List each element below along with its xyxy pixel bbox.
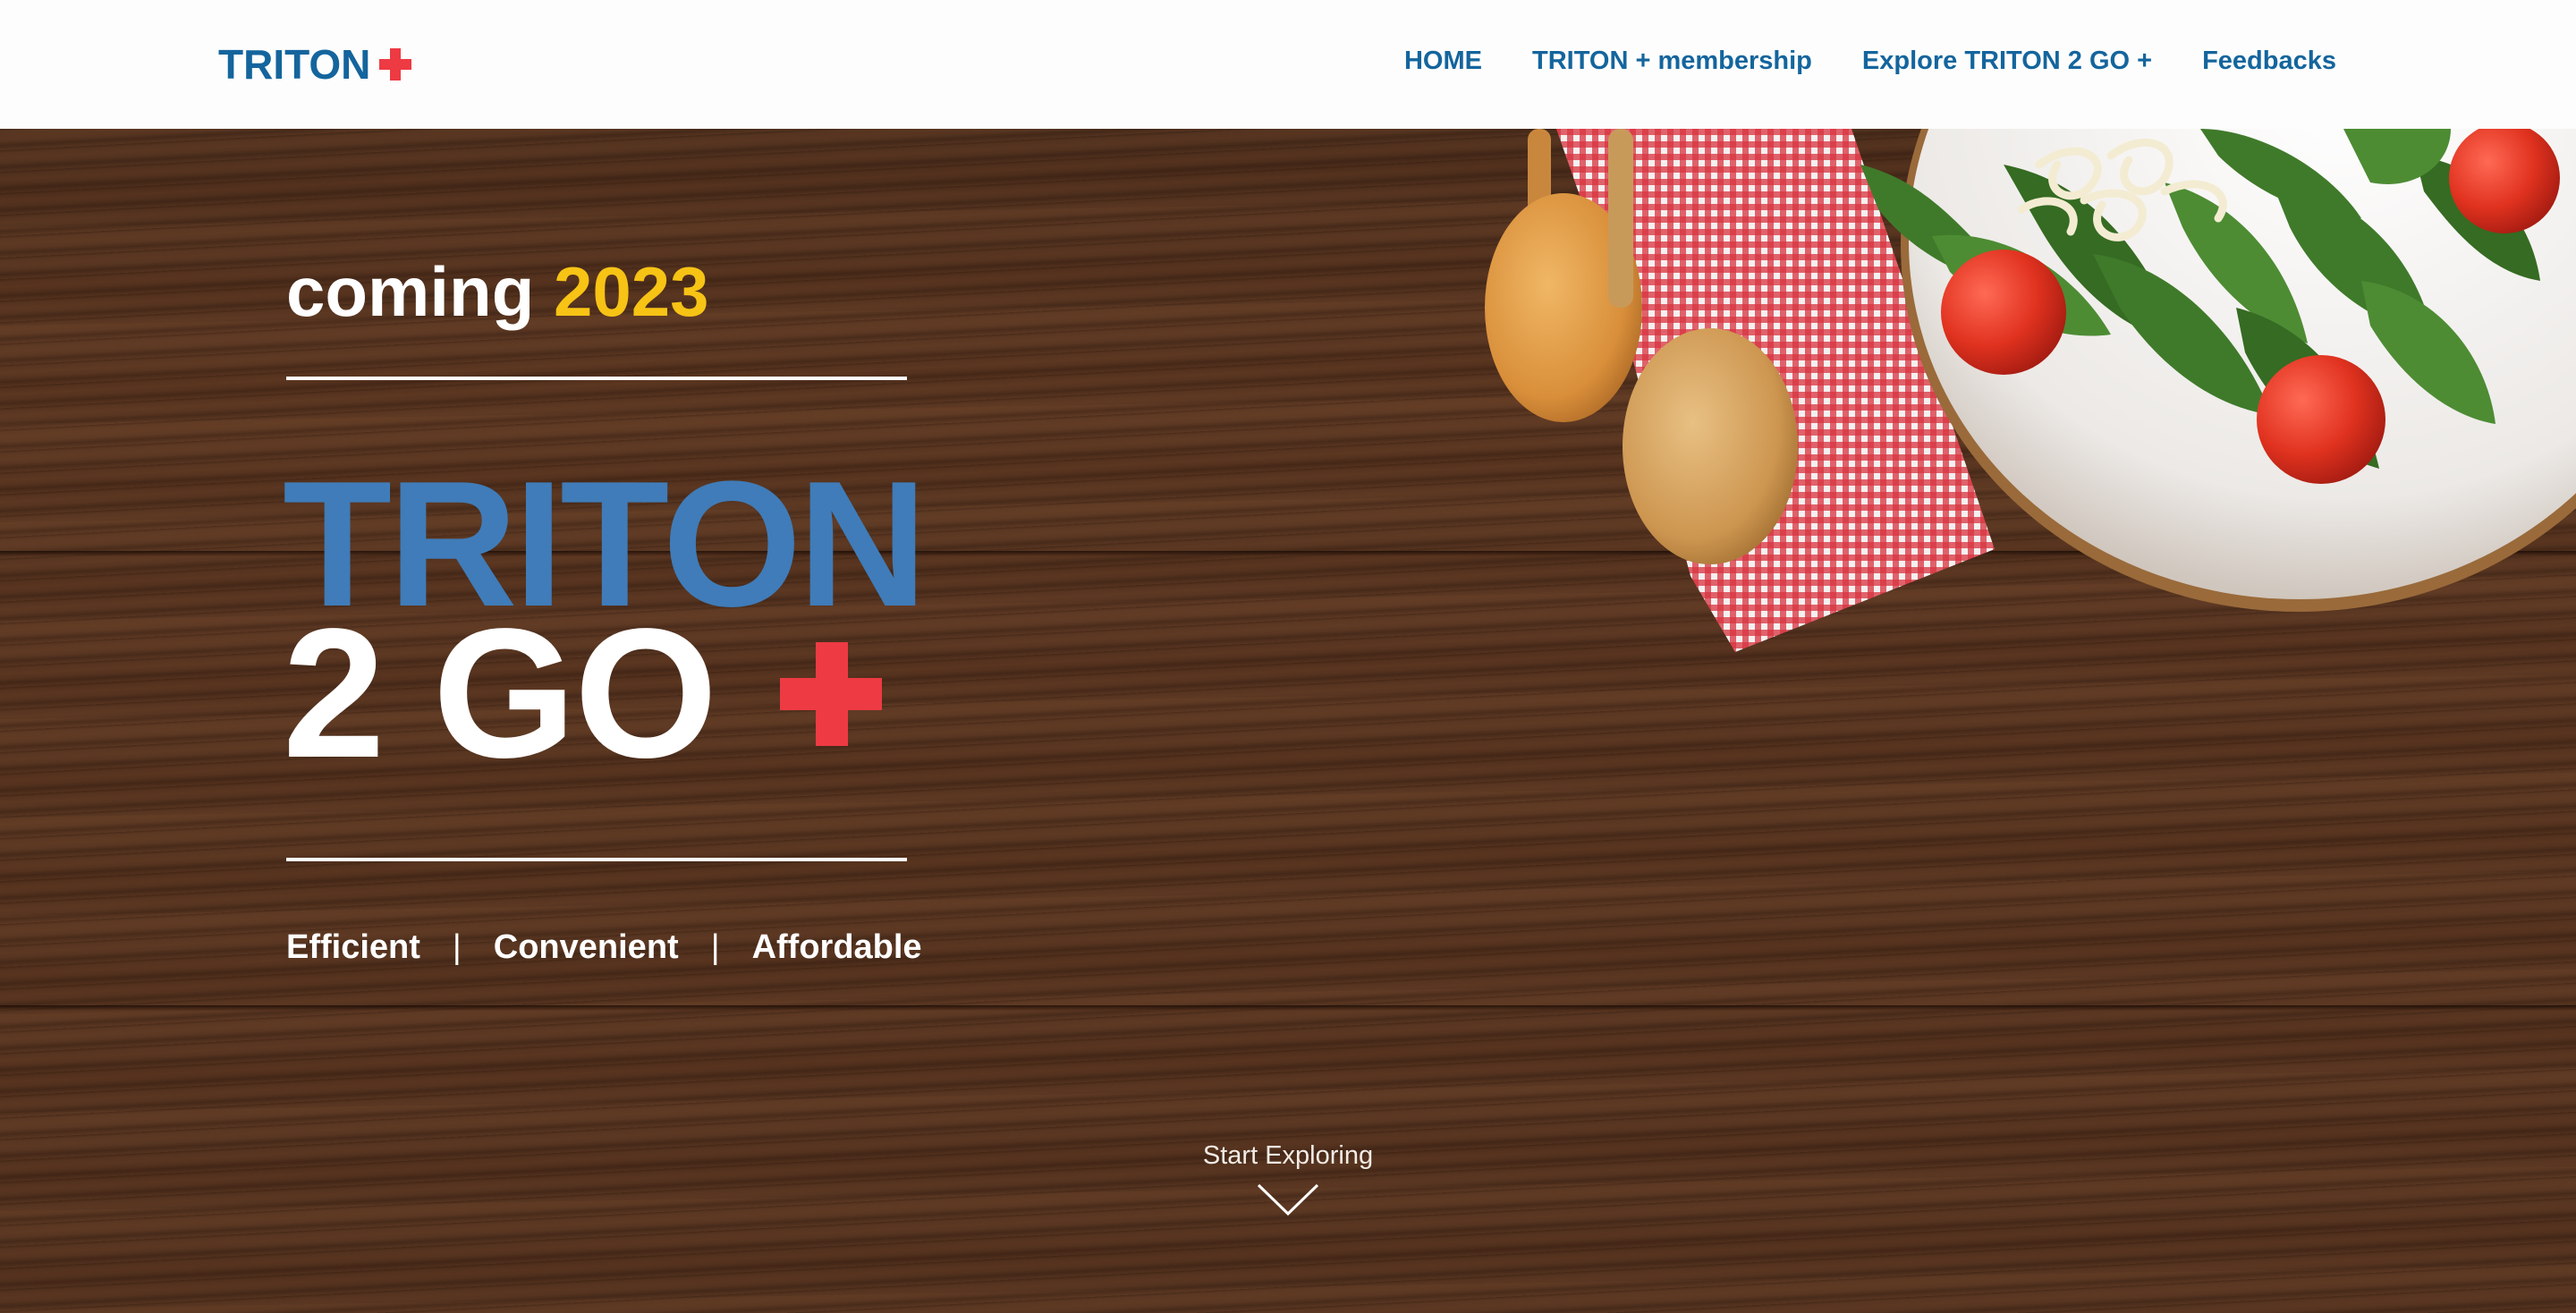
coming-year: 2023	[554, 252, 709, 331]
coming-text: coming	[286, 252, 535, 331]
tagline-convenient: Convenient	[493, 928, 679, 966]
start-exploring-button[interactable]: Start Exploring	[1199, 1141, 1377, 1217]
tagline-separator: |	[452, 928, 462, 966]
wood-plank-seam	[0, 1005, 2576, 1011]
coming-soon-heading: coming 2023	[286, 257, 709, 326]
logo-text: TRITON	[218, 41, 371, 88]
chevron-down-icon	[1257, 1183, 1319, 1216]
tagline-efficient: Efficient	[286, 928, 420, 966]
salad-plate-image	[1485, 129, 2576, 652]
plus-icon	[379, 48, 412, 80]
tagline-separator: |	[710, 928, 720, 966]
nav-feedbacks-link[interactable]: Feedbacks	[2202, 47, 2336, 76]
hero-tagline: Efficient | Convenient | Affordable	[286, 928, 922, 967]
landing-page: TRITON HOME TRITON + membership Explore …	[0, 0, 2576, 1313]
hero-section: coming 2023 TRITON 2 GO Efficient | Conv…	[0, 129, 2576, 1313]
plus-icon	[780, 642, 882, 746]
start-exploring-label: Start Exploring	[1202, 1141, 1374, 1170]
site-header: TRITON HOME TRITON + membership Explore …	[0, 0, 2576, 129]
top-divider	[286, 377, 907, 380]
site-logo[interactable]: TRITON	[218, 39, 412, 89]
nav-membership-link[interactable]: TRITON + membership	[1532, 47, 1812, 76]
nav-home-link[interactable]: HOME	[1404, 47, 1482, 76]
main-nav: HOME TRITON + membership Explore TRITON …	[1404, 47, 2336, 76]
nav-explore-link[interactable]: Explore TRITON 2 GO +	[1862, 47, 2152, 76]
bottom-divider	[286, 858, 907, 861]
tagline-affordable: Affordable	[751, 928, 922, 966]
hero-title-line2: 2 GO	[283, 590, 717, 796]
